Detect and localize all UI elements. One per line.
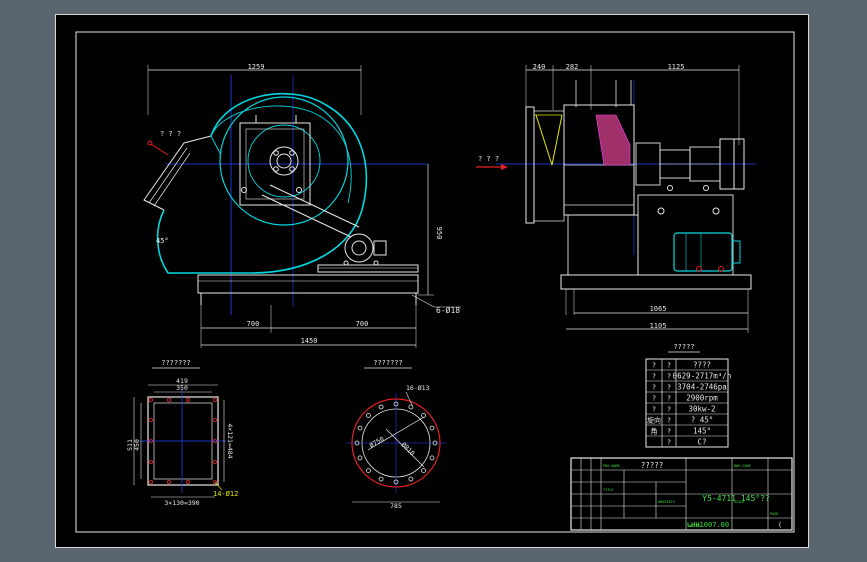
side-view: 240 282 1125 1065 1105 ? ? ? <box>476 63 756 333</box>
inlet-bolt-hole <box>408 404 414 410</box>
title-small-3: TITLE <box>603 488 614 492</box>
drawing-number: LHH1007.00 <box>687 521 729 529</box>
spec-cell: 角 <box>651 427 658 436</box>
spec-cell: ???? <box>693 361 711 370</box>
dim-right: 4×121=484 <box>226 423 234 458</box>
spec-cell: ? <box>667 384 671 392</box>
spec-cell: ? <box>667 406 671 414</box>
inlet-bolt-hole <box>429 425 435 431</box>
spec-cell: ? <box>652 395 656 403</box>
spec-table: ????? ???????? 0629-2717m³/h?? 3704-2746pa… <box>645 343 731 448</box>
dim-right-base: 700 <box>356 320 369 328</box>
spec-cell: 0629-2717m³/h <box>673 372 732 381</box>
spec-cell: C? <box>697 438 706 447</box>
dim-bottom: 3×130=390 <box>164 499 199 507</box>
title-small-6: PAGE <box>770 512 778 516</box>
spec-rows: ???????? 0629-2717m³/h?? 3704-2746pa?? 2900… <box>646 361 731 447</box>
angle-label: 45° <box>156 237 169 245</box>
spec-cell: 旋向 <box>647 416 661 425</box>
inlet-bolt-hole <box>365 412 371 418</box>
spec-cell: ? <box>667 417 671 425</box>
spec-cell: ? <box>667 439 671 447</box>
spec-cell: 145° <box>693 427 711 436</box>
dim-height: 950 <box>435 227 443 240</box>
inlet-bolt-hole <box>421 412 427 418</box>
dim-a: 240 <box>533 63 546 71</box>
bolt-holes-label: 6-Ø18 <box>436 305 460 315</box>
inlet-flange-title: ??????? <box>373 359 403 367</box>
drawing-name: Y5-4711 145°?? <box>702 494 770 503</box>
title-small-1: PRO NAME <box>603 464 620 468</box>
dim-inner: 350 <box>176 384 188 392</box>
spec-cell: ? <box>667 362 671 370</box>
cad-drawing: 1259 700 700 1450 950 6-Ø18 45° ? ? ? 24… <box>75 31 795 533</box>
pcd-1: Ø750 <box>368 435 386 450</box>
front-view: 1259 700 700 1450 950 6-Ø18 45° ? ? ? <box>143 63 461 348</box>
inlet-bolt-hole <box>357 425 363 431</box>
inlet-bolt-hole <box>408 476 414 482</box>
inlet-bolt-hole <box>378 404 384 410</box>
spec-cell: 2900rpm <box>686 394 718 403</box>
inlet-bolt-hole <box>357 455 363 461</box>
title-small-2: DWG CODE <box>734 464 751 468</box>
motor <box>673 232 733 272</box>
inlet-bolt-hole <box>378 476 384 482</box>
dim-width: 1259 <box>248 63 265 71</box>
inlet-holes-label: 16-Ø13 <box>406 384 430 392</box>
dim-total-base: 1450 <box>301 337 318 345</box>
spec-cell: ? 45° <box>691 416 714 425</box>
inlet-bolt-hole <box>429 455 435 461</box>
spec-cell: ? <box>652 373 656 381</box>
drawing-sheet: 1259 700 700 1450 950 6-Ø18 45° ? ? ? 24… <box>55 14 809 548</box>
spec-cell: ? <box>667 428 671 436</box>
inlet-dim-bottom: 785 <box>390 502 402 510</box>
title-block: PRO NAME DWG CODE TITLE ARKSTATS SCALE P… <box>570 457 793 531</box>
spec-cell: ? <box>667 395 671 403</box>
inner-frame <box>75 31 795 533</box>
inlet-flange-detail: ??????? Ø750 Ø810 16-Ø13 785 <box>346 359 446 510</box>
inlet-label: ? ? ? <box>478 155 499 163</box>
spec-cell: ? <box>652 384 656 392</box>
svg-text:(: ( <box>778 521 782 529</box>
dim-left-inner: 450 <box>133 439 141 451</box>
inlet-bolt-hole <box>421 468 427 474</box>
spec-cell: ? <box>652 362 656 370</box>
title-small-4: ARKSTATS <box>658 500 675 504</box>
company-name: ????? <box>641 461 664 470</box>
dim-c: 1125 <box>668 63 685 71</box>
outlet-label: ? ? ? <box>160 130 181 138</box>
outlet-holes-label: 14-Ø12 <box>213 490 238 498</box>
dim-base-2: 1105 <box>650 322 667 330</box>
dim-left-base: 700 <box>247 320 260 328</box>
outlet-flange-title: ??????? <box>161 359 191 367</box>
outlet-flange-detail: ??????? 419 350 511 450 4×121=484 3×130=… <box>126 359 238 507</box>
scroll-casing <box>156 93 368 274</box>
spec-cell: 30kw-2 <box>688 405 715 414</box>
spec-cell: ? <box>652 406 656 414</box>
spec-table-title: ????? <box>673 343 694 351</box>
spec-cell: ? <box>667 373 671 381</box>
dim-base-1: 1065 <box>650 305 667 313</box>
spec-cell: 3704-2746pa <box>677 383 727 392</box>
dim-b: 282 <box>566 63 579 71</box>
inlet-bolt-hole <box>365 468 371 474</box>
